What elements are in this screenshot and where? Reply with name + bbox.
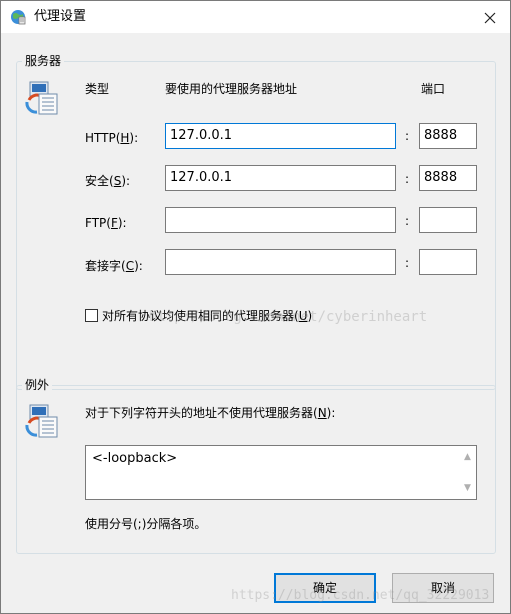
ok-button[interactable]: 确定 <box>274 573 376 603</box>
dialog-body: 服务器 类型 要使用的代理服务器地址 端口 HTTP(H): 127.0.0.1… <box>1 33 510 613</box>
scroll-down-arrow-icon[interactable]: ▼ <box>462 484 473 493</box>
exceptions-legend: 例外 <box>22 378 53 392</box>
exceptions-scrollbar[interactable]: ▲ ▼ <box>459 446 476 499</box>
internet-options-icon <box>11 10 26 25</box>
exceptions-hint: 使用分号(;)分隔各项。 <box>85 517 207 531</box>
exceptions-value: <-loopback> <box>92 451 178 466</box>
window-title: 代理设置 <box>34 9 87 24</box>
scroll-up-arrow-icon[interactable]: ▲ <box>462 453 473 462</box>
cancel-button[interactable]: 取消 <box>392 573 494 603</box>
ftp-port-input[interactable] <box>419 207 477 233</box>
socks-label: 套接字(C): <box>85 259 143 273</box>
same-proxy-label[interactable]: 对所有协议均使用相同的代理服务器(U) <box>102 309 312 323</box>
ftp-port-separator: : <box>405 214 410 228</box>
exceptions-textarea[interactable]: <-loopback> ▲ ▼ <box>85 445 477 500</box>
same-proxy-checkbox[interactable] <box>85 309 98 322</box>
http-label: HTTP(H): <box>85 131 139 145</box>
servers-legend: 服务器 <box>22 54 65 68</box>
title-bar: 代理设置 <box>1 1 510 33</box>
column-port-header: 端口 <box>421 82 446 96</box>
secure-port-separator: : <box>405 172 410 186</box>
proxy-servers-icon <box>25 81 58 115</box>
close-button[interactable] <box>475 5 505 31</box>
exceptions-description: 对于下列字符开头的地址不使用代理服务器(N): <box>85 406 336 420</box>
ftp-label: FTP(F): <box>85 216 127 230</box>
exceptions-icon <box>25 404 58 438</box>
secure-address-input[interactable]: 127.0.0.1 <box>165 165 396 191</box>
secure-port-input[interactable]: 8888 <box>419 165 477 191</box>
http-address-input[interactable]: 127.0.0.1 <box>165 123 396 149</box>
socks-port-separator: : <box>405 256 410 270</box>
column-type-header: 类型 <box>85 82 110 96</box>
socks-port-input[interactable] <box>419 249 477 275</box>
secure-label: 安全(S): <box>85 174 131 188</box>
http-port-input[interactable]: 8888 <box>419 123 477 149</box>
proxy-settings-dialog: 代理设置 服务器 类型 要使用的代理服务器地址 端口 HTTP(H): 127.… <box>0 0 511 614</box>
socks-address-input[interactable] <box>165 249 396 275</box>
ftp-address-input[interactable] <box>165 207 396 233</box>
close-icon <box>484 12 496 24</box>
http-port-separator: : <box>405 129 410 143</box>
column-address-header: 要使用的代理服务器地址 <box>165 82 298 96</box>
